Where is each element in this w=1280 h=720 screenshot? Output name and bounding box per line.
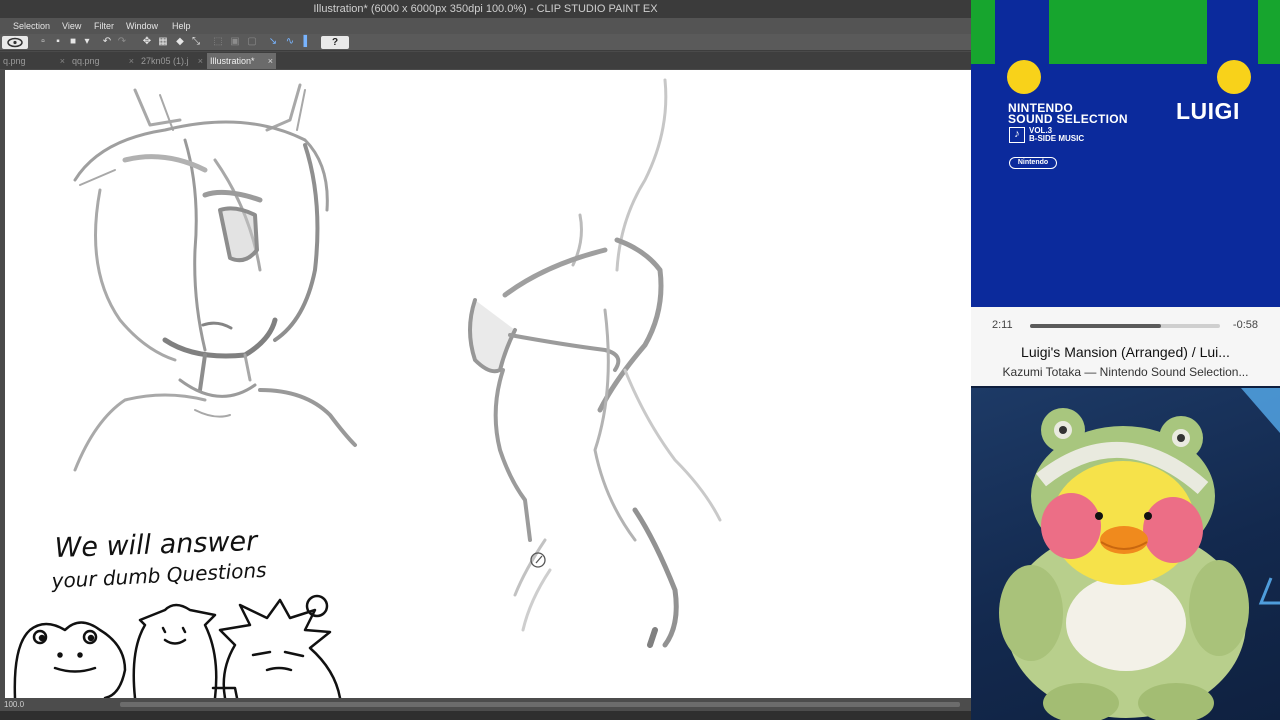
save-dropdown-icon[interactable]: ▾ [81, 36, 93, 48]
webcam-feed [971, 388, 1280, 720]
menu-help[interactable]: Help [172, 18, 191, 34]
album-character-name: LUIGI [1176, 98, 1240, 124]
album-green-stripe [1258, 0, 1280, 64]
tab-q-png[interactable]: q.png × [0, 53, 68, 69]
taskbar-strip [0, 711, 971, 720]
redo-icon[interactable]: ↷ [116, 36, 128, 48]
close-icon[interactable]: × [198, 53, 203, 69]
transform-icon[interactable]: ⤡ [190, 36, 202, 48]
tab-illustration[interactable]: Illustration* × [207, 53, 276, 69]
plush-duck-frog-image [999, 388, 1280, 720]
new-file-icon[interactable]: ▫ [37, 36, 49, 48]
menu-bar: Selection View Filter Window Help [0, 18, 971, 34]
album-art: NINTENDO SOUND SELECTION ♪ VOL.3 B-SIDE … [971, 0, 1280, 307]
album-yellow-button [1217, 60, 1251, 94]
menu-filter[interactable]: Filter [94, 18, 114, 34]
deselect-icon[interactable]: ⬚ [212, 36, 224, 48]
sketch-drawing: We will answer your dumb Questions [13, 78, 722, 698]
command-bar: ▫ ▪ ■ ▾ ↶ ↷ ✥ ▦ ◆ ⤡ ⬚ ▣ ▢ ↘ ∿ ▌ ? [0, 34, 971, 51]
help-button[interactable]: ? [321, 36, 349, 49]
album-green-stripe [971, 0, 995, 64]
album-series-title: NINTENDO SOUND SELECTION [1008, 102, 1128, 126]
stream-overlay-panel: NINTENDO SOUND SELECTION ♪ VOL.3 B-SIDE … [971, 0, 1280, 720]
window-title: Illustration* (6000 x 6000px 350dpi 100.… [0, 0, 971, 18]
menu-view[interactable]: View [62, 18, 81, 34]
clear-icon[interactable]: ✥ [141, 36, 153, 48]
close-icon[interactable]: × [60, 53, 65, 69]
music-note-icon: ♪ [1009, 127, 1025, 143]
snap-grid-icon[interactable]: ▌ [301, 36, 313, 48]
album-volume: VOL.3 B-SIDE MUSIC [1029, 127, 1084, 143]
snap-ruler-icon[interactable]: ↘ [267, 36, 279, 48]
snap-special-ruler-icon[interactable]: ∿ [284, 36, 296, 48]
tab-label: qq.png [72, 56, 100, 66]
album-yellow-button [1007, 60, 1041, 94]
album-green-block [1049, 0, 1207, 64]
save-icon[interactable]: ■ [67, 36, 79, 48]
clip-studio-window: Illustration* (6000 x 6000px 350dpi 100.… [0, 0, 971, 720]
menu-selection[interactable]: Selection [13, 18, 50, 34]
tab-label: q.png [3, 56, 26, 66]
caption-line-1: We will answer [54, 526, 259, 564]
tab-label: 27kn05 (1).j [141, 56, 189, 66]
undo-icon[interactable]: ↶ [101, 36, 113, 48]
track-title: Luigi's Mansion (Arranged) / Lui... [1021, 344, 1230, 360]
clip-studio-logo-button[interactable] [2, 36, 28, 49]
track-artist: Kazumi Totaka — Nintendo Sound Selection… [1002, 365, 1249, 379]
menu-window[interactable]: Window [126, 18, 158, 34]
progress-bar[interactable] [1030, 324, 1220, 328]
close-icon[interactable]: × [268, 53, 273, 69]
close-icon[interactable]: × [129, 53, 134, 69]
progress-fill [1030, 324, 1162, 328]
document-tabs: q.png × qq.png × 27kn05 (1).j × Illustra… [0, 52, 971, 69]
caption-line-2: your dumb Questions [50, 558, 267, 593]
elapsed-time: 2:11 [992, 319, 1013, 331]
album-series-line-2: SOUND SELECTION [1008, 112, 1128, 126]
zoom-readout[interactable]: 100.0 [4, 700, 24, 709]
show-selection-icon[interactable]: ▢ [246, 36, 258, 48]
horizontal-scrollbar[interactable] [120, 702, 960, 707]
tab-label: Illustration* [210, 56, 255, 66]
now-playing-widget: 2:11 -0:58 Luigi's Mansion (Arranged) / … [971, 307, 1280, 386]
remaining-time: -0:58 [1232, 319, 1258, 331]
open-file-icon[interactable]: ▪ [52, 36, 64, 48]
tab-qq-png[interactable]: qq.png × [69, 53, 137, 69]
album-volume-line-2: B-SIDE MUSIC [1029, 134, 1085, 143]
fill-icon[interactable]: ◆ [174, 36, 186, 48]
nintendo-logo: Nintendo [1009, 157, 1057, 169]
drawing-canvas[interactable]: We will answer your dumb Questions [5, 70, 971, 698]
clear-outside-icon[interactable]: ▦ [157, 36, 169, 48]
invert-selection-icon[interactable]: ▣ [229, 36, 241, 48]
tab-27kn05[interactable]: 27kn05 (1).j × [138, 53, 206, 69]
